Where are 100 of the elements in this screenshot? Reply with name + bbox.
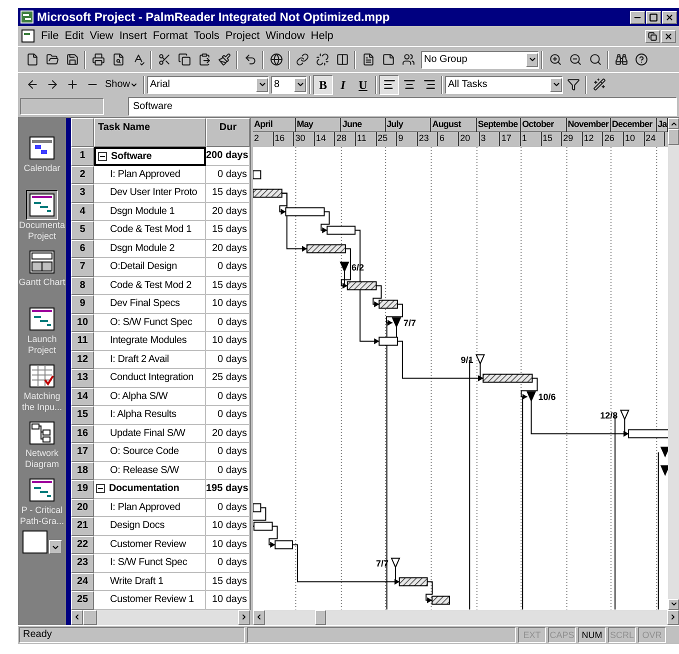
task-bar [274, 540, 293, 550]
italic-button[interactable]: I [333, 74, 354, 94]
scroll-left-icon [73, 613, 81, 622]
restore-button[interactable] [645, 30, 660, 42]
close-icon [665, 12, 674, 22]
scroll-right-button[interactable] [667, 610, 679, 625]
underline-button[interactable]: U [353, 74, 374, 94]
scroll-left-button[interactable] [71, 610, 83, 625]
menu-item[interactable]: Help [310, 28, 334, 44]
row-number[interactable]: 12 [71, 350, 94, 369]
menu-item[interactable]: Window [266, 28, 305, 44]
maximize-button[interactable] [646, 10, 661, 24]
row-number[interactable]: 17 [71, 443, 94, 462]
font-size-dropdown[interactable]: 8 [271, 76, 308, 94]
row-number[interactable]: 1 [71, 147, 94, 166]
table-cell: 0 days [206, 554, 250, 572]
row-number[interactable]: 7 [71, 258, 94, 276]
menu-item[interactable]: Format [152, 28, 188, 44]
restore-icon [648, 32, 657, 40]
row-number[interactable]: 5 [71, 221, 94, 240]
table-icon [29, 250, 55, 274]
align-left-button[interactable] [379, 74, 400, 94]
app-icon [20, 10, 34, 24]
row-number[interactable]: 9 [71, 295, 94, 314]
week-label: 14 [314, 132, 336, 146]
scroll-left-button[interactable] [253, 610, 265, 625]
row-number[interactable]: 20 [71, 498, 94, 517]
scroll-right-icon [669, 613, 677, 622]
entry-field[interactable]: Software [128, 97, 677, 116]
row-number[interactable]: 15 [71, 406, 94, 424]
row-number[interactable]: 14 [71, 388, 94, 406]
week-label: 23 [418, 132, 438, 146]
filter-dropdown[interactable]: All Tasks [445, 76, 564, 94]
row-number[interactable]: 23 [71, 554, 94, 572]
scroll-down-icon [670, 600, 678, 608]
task-name: Documentation [109, 482, 180, 496]
font-dropdown[interactable]: Arial [147, 76, 270, 94]
save-icon [66, 53, 78, 66]
column-header[interactable]: Dur [206, 118, 250, 147]
row-number[interactable]: 18 [71, 462, 94, 480]
menu-item[interactable]: File [41, 28, 59, 44]
table-cell: 0 days [206, 258, 250, 276]
table-cell: 200 days [206, 147, 250, 166]
row-number[interactable]: 16 [71, 424, 94, 443]
task-bar [398, 577, 428, 586]
task-name: Integrate Modules [110, 334, 187, 348]
row-number[interactable]: 24 [71, 572, 94, 591]
scroll-thumb[interactable] [315, 610, 326, 625]
menu-item[interactable]: View [90, 28, 114, 44]
menu-item[interactable]: Insert [119, 28, 147, 44]
bold-button[interactable]: B [313, 74, 334, 94]
table-cell: 0 days [206, 314, 250, 332]
row-number[interactable]: 21 [71, 517, 94, 536]
scroll-thumb[interactable] [83, 610, 97, 625]
task-name: Write Draft 1 [110, 574, 164, 589]
row-number[interactable]: 3 [71, 184, 94, 202]
row-number[interactable]: 22 [71, 536, 94, 554]
row-number[interactable]: 8 [71, 276, 94, 295]
row-number[interactable]: 6 [71, 240, 94, 258]
collapse-toggle[interactable] [96, 484, 105, 494]
view-label: Documenta Project [18, 220, 66, 242]
close-button[interactable] [662, 10, 677, 24]
task-name: I: Plan Approved [110, 168, 180, 182]
scroll-right-icon [240, 613, 248, 622]
collapse-toggle[interactable] [98, 152, 107, 161]
select-all-cell[interactable] [71, 118, 94, 147]
vertical-scrollbar[interactable] [668, 118, 679, 610]
week-label: 30 [294, 132, 315, 146]
zoom-out-icon [568, 53, 582, 66]
close-document-button[interactable] [661, 30, 676, 42]
scissors-icon [158, 53, 170, 66]
table-cell: 0 days [206, 462, 250, 480]
gantt-icon [22, 530, 48, 554]
row-number[interactable]: 11 [71, 332, 94, 350]
horizontal-scrollbar[interactable] [253, 610, 679, 625]
table-cell: 0 days [206, 498, 250, 517]
print-preview-icon [112, 53, 124, 66]
scroll-down-button[interactable] [49, 540, 62, 554]
column-header[interactable]: Task Name [94, 118, 206, 147]
row-number[interactable]: 4 [71, 202, 94, 221]
row-number[interactable]: 19 [71, 480, 94, 498]
minimize-button[interactable] [630, 10, 645, 24]
group-dropdown[interactable]: No Group [421, 50, 539, 68]
scroll-up-icon [670, 120, 678, 128]
row-number[interactable]: 25 [71, 591, 94, 610]
scroll-thumb[interactable] [668, 129, 679, 145]
row-number[interactable]: 10 [71, 314, 94, 332]
row-number[interactable]: 2 [71, 166, 94, 184]
show-menu-button[interactable]: Show [102, 74, 142, 94]
scroll-down-button[interactable] [668, 598, 679, 610]
scroll-up-button[interactable] [668, 118, 679, 129]
caret-icon [552, 80, 561, 89]
horizontal-scrollbar[interactable] [71, 610, 250, 625]
caret-icon [296, 80, 305, 89]
menu-item[interactable]: Tools [194, 28, 220, 44]
scroll-right-button[interactable] [238, 610, 250, 625]
menu-item[interactable]: Project [225, 28, 260, 44]
menu-item[interactable]: Edit [64, 28, 84, 44]
view-bar-button[interactable] [26, 190, 58, 220]
row-number[interactable]: 13 [71, 369, 94, 388]
